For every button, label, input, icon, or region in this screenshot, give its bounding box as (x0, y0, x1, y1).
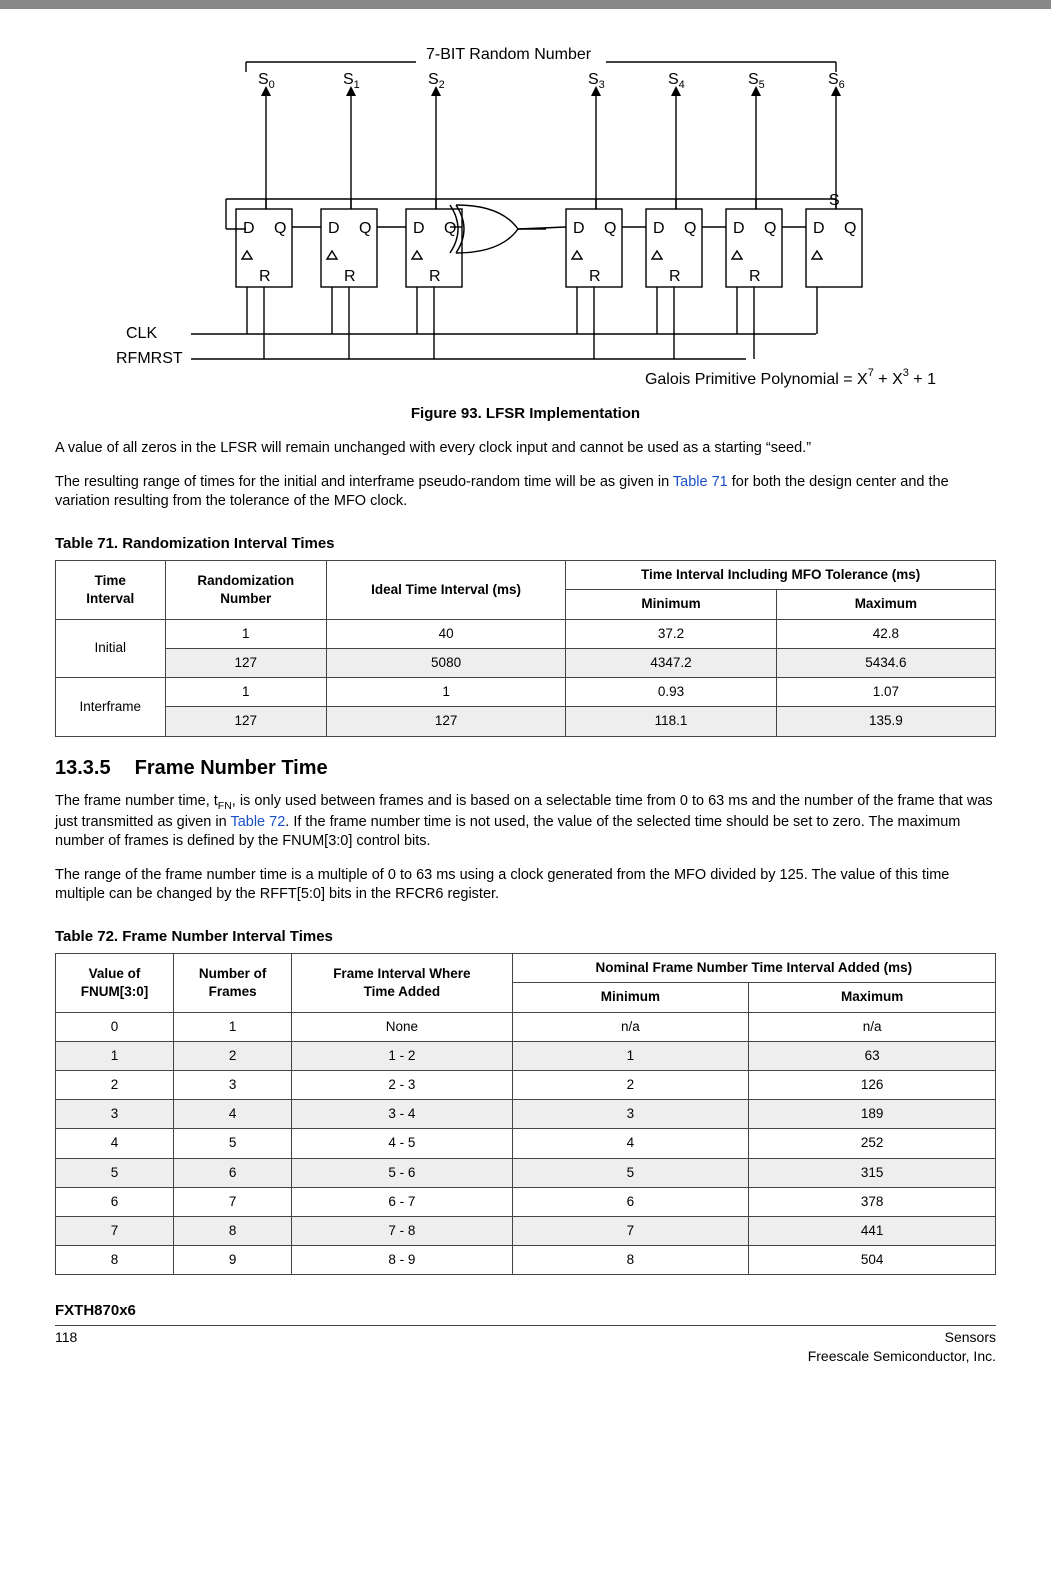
t71-h-ideal: Ideal Time Interval (ms) (326, 561, 565, 619)
table-row: 343 - 43189 (56, 1100, 996, 1129)
link-table-71[interactable]: Table 71 (673, 474, 728, 490)
figure-93: .lw { stroke:#000; stroke-width:1.4; fil… (55, 34, 996, 424)
svg-text:Q: Q (844, 220, 856, 237)
t71-h-interval: TimeInterval (56, 561, 166, 619)
t71-h-randnum: RandomizationNumber (165, 561, 326, 619)
section-number: 13.3.5 (55, 757, 111, 779)
t71-h-max: Maximum (776, 590, 995, 619)
svg-text:Q: Q (604, 220, 616, 237)
paragraph-frame-range: The range of the frame number time is a … (55, 866, 996, 905)
bracket-label: 7-BIT Random Number (426, 46, 592, 63)
paragraph-seed: A value of all zeros in the LFSR will re… (55, 439, 996, 459)
table-row: 454 - 54252 (56, 1129, 996, 1158)
svg-text:Q: Q (274, 220, 286, 237)
table-row: 127 5080 4347.2 5434.6 (56, 648, 996, 677)
t72-h-interval: Frame Interval WhereTime Added (292, 954, 512, 1012)
table-row: 127 127 118.1 135.9 (56, 707, 996, 736)
t72-h-frames: Number ofFrames (174, 954, 292, 1012)
page-number: 118 (55, 1328, 77, 1366)
clk-label: CLK (126, 325, 157, 342)
svg-text:S: S (829, 192, 840, 209)
table-row: 787 - 87441 (56, 1217, 996, 1246)
svg-text:D: D (328, 220, 340, 237)
svg-text:D: D (413, 220, 425, 237)
table-row: Interframe 1 1 0.93 1.07 (56, 678, 996, 707)
paragraph-range-times: The resulting range of times for the ini… (55, 473, 996, 512)
table-row: 232 - 32126 (56, 1070, 996, 1099)
table-row: 565 - 65315 (56, 1158, 996, 1187)
svg-text:R: R (344, 268, 356, 285)
header-bar (0, 0, 1051, 9)
footer-line2: Freescale Semiconductor, Inc. (808, 1347, 996, 1366)
t71-h-tolerance: Time Interval Including MFO Tolerance (m… (566, 561, 996, 590)
t72-h-nominal: Nominal Frame Number Time Interval Added… (512, 954, 995, 983)
rfmrst-label: RFMRST (116, 350, 183, 367)
svg-text:D: D (653, 220, 665, 237)
svg-text:D: D (733, 220, 745, 237)
lfsr-diagram-svg: .lw { stroke:#000; stroke-width:1.4; fil… (116, 34, 936, 394)
galois-poly: Galois Primitive Polynomial = X7 + X3 + … (644, 367, 935, 388)
svg-text:R: R (429, 268, 441, 285)
svg-text:Q: Q (764, 220, 776, 237)
t72-h-max: Maximum (749, 983, 996, 1012)
table-row: 01Nonen/an/a (56, 1012, 996, 1041)
footer-product: FXTH870x6 (0, 1301, 1051, 1321)
table-row: 676 - 76378 (56, 1187, 996, 1216)
svg-text:Q: Q (444, 220, 456, 237)
t72-h-fnum: Value ofFNUM[3:0] (56, 954, 174, 1012)
section-heading: 13.3.5 Frame Number Time (55, 755, 996, 782)
svg-text:Q: Q (359, 220, 371, 237)
svg-text:R: R (589, 268, 601, 285)
table-row: 898 - 98504 (56, 1246, 996, 1275)
table-72-title: Table 72. Frame Number Interval Times (55, 927, 996, 947)
table-72: Value ofFNUM[3:0] Number ofFrames Frame … (55, 953, 996, 1275)
t72-h-min: Minimum (512, 983, 749, 1012)
footer-line1: Sensors (808, 1328, 996, 1347)
table-71: TimeInterval RandomizationNumber Ideal T… (55, 560, 996, 736)
svg-text:R: R (669, 268, 681, 285)
footer-bottom: 118 Sensors Freescale Semiconductor, Inc… (0, 1326, 1051, 1376)
figure-caption: Figure 93. LFSR Implementation (55, 404, 996, 424)
para2-text-a: The resulting range of times for the ini… (55, 474, 673, 490)
section-title: Frame Number Time (135, 757, 328, 779)
table-row: Initial 1 40 37.2 42.8 (56, 619, 996, 648)
svg-text:D: D (573, 220, 585, 237)
svg-text:R: R (259, 268, 271, 285)
link-table-72[interactable]: Table 72 (230, 814, 285, 830)
svg-text:D: D (813, 220, 825, 237)
paragraph-frame-number: The frame number time, tFN, is only used… (55, 792, 996, 852)
svg-text:Q: Q (684, 220, 696, 237)
table-row: 121 - 2163 (56, 1041, 996, 1070)
t71-h-min: Minimum (566, 590, 776, 619)
table-71-title: Table 71. Randomization Interval Times (55, 534, 996, 554)
svg-text:R: R (749, 268, 761, 285)
